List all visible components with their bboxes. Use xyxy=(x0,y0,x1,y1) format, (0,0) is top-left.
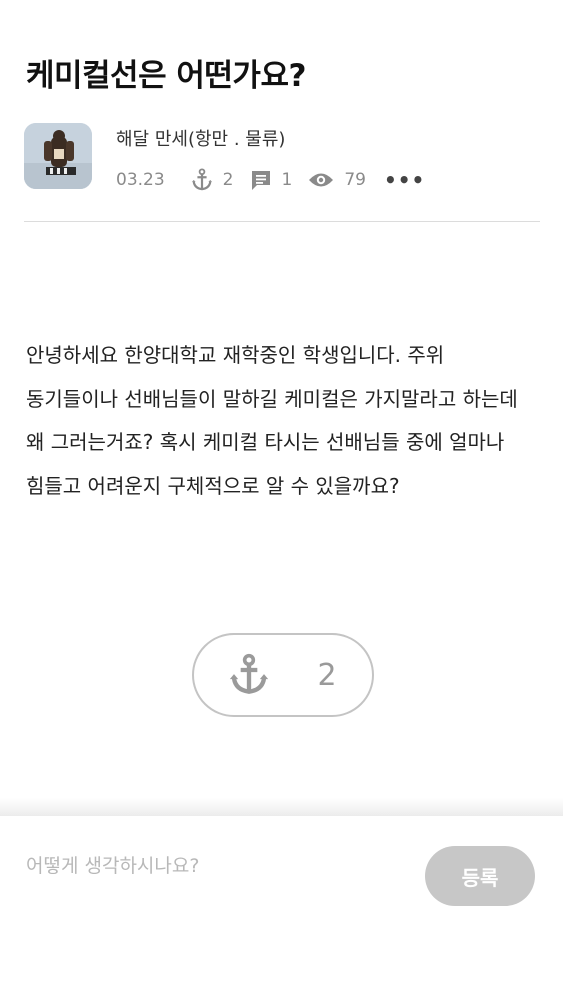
anchor-button[interactable]: 2 xyxy=(192,633,374,717)
view-stat: 79 xyxy=(308,170,366,190)
post-title: 케미컬선은 어떤가요? xyxy=(26,58,306,94)
comment-input[interactable] xyxy=(26,846,406,886)
anchor-stat: 2 xyxy=(191,168,234,192)
anchor-icon xyxy=(230,653,269,694)
more-icon[interactable]: ••• xyxy=(384,170,425,190)
anchor-count: 2 xyxy=(222,170,234,190)
author-avatar[interactable] xyxy=(24,123,92,189)
anchor-icon xyxy=(191,168,212,191)
comment-count: 1 xyxy=(281,170,293,190)
submit-button[interactable]: 등록 xyxy=(425,846,535,906)
post-meta: 03.23 2 1 79 ••• xyxy=(116,168,425,192)
author-name[interactable]: 해달 만세(항만 . 물류) xyxy=(116,125,285,151)
post-body: 안녕하세요 한양대학교 재학중인 학생입니다. 주위 동기들이나 선배님들이 말… xyxy=(26,343,518,498)
comment-bar-divider xyxy=(0,798,563,816)
post-date: 03.23 xyxy=(116,170,165,190)
eye-icon xyxy=(309,173,334,187)
header-divider xyxy=(24,221,540,222)
anchor-button-count: 2 xyxy=(317,657,337,693)
comment-icon xyxy=(251,171,270,190)
comment-stat: 1 xyxy=(250,169,293,191)
view-count: 79 xyxy=(344,170,366,190)
